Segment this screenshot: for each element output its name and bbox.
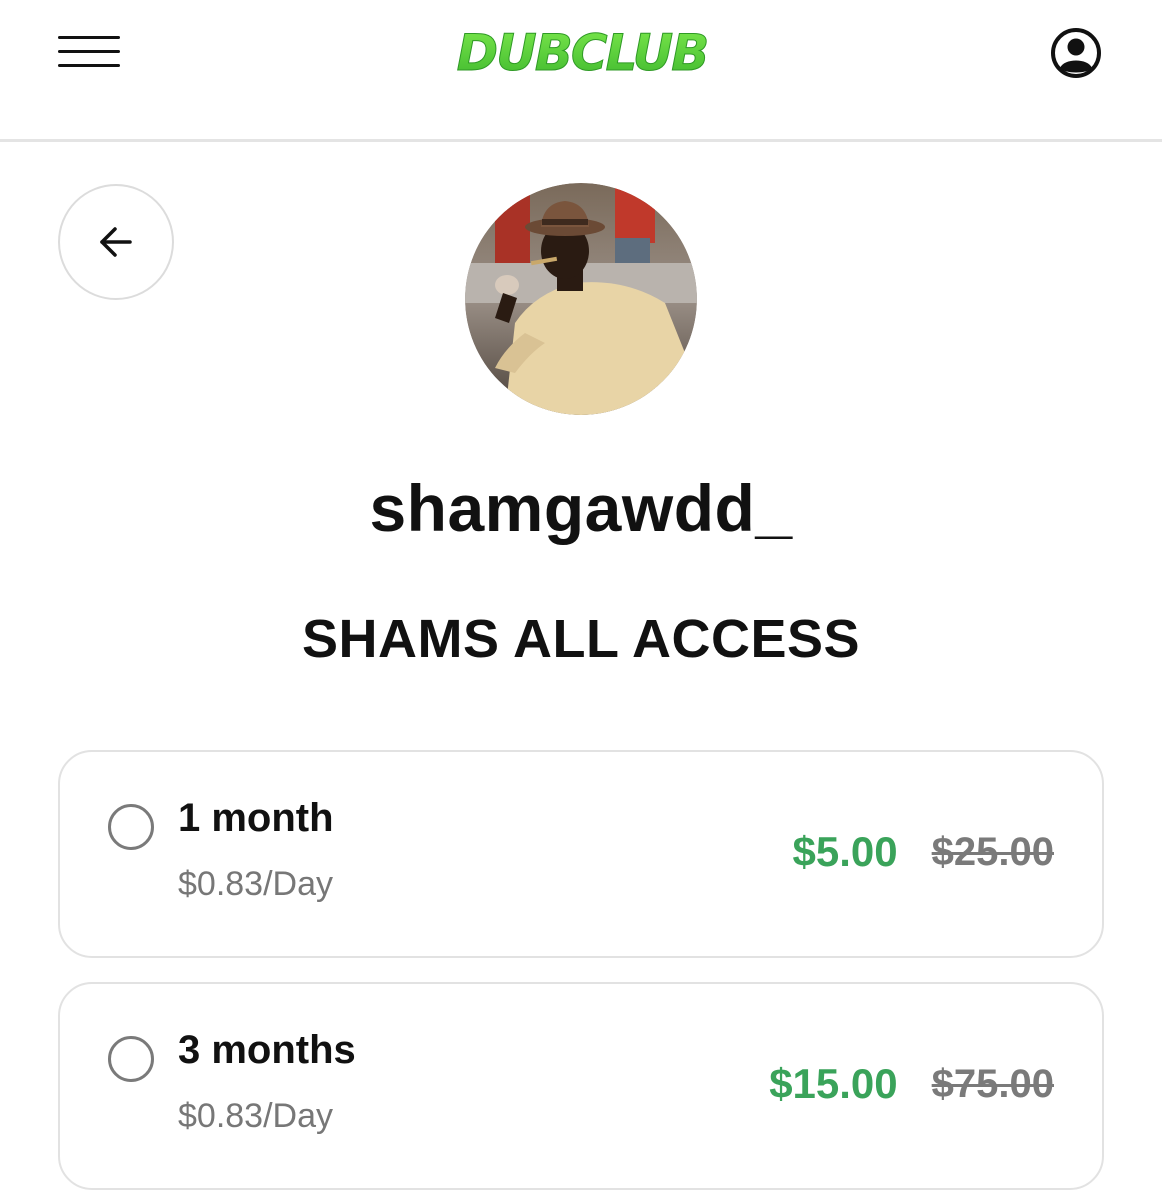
option-per-day-price: $0.83/Day [178,1097,333,1135]
logo-text: DUBCLUB [457,24,708,82]
option-duration: 3 months [178,1028,356,1072]
price-row: $15.00 $75.00 [769,1060,1054,1108]
option-price: $15.00 [769,1060,898,1107]
avatar [465,183,697,415]
menu-line [58,50,120,53]
arrow-left-icon [100,227,132,257]
price-row: $5.00 $25.00 [793,828,1054,876]
option-original-price: $25.00 [931,829,1054,874]
option-per-day-price: $0.83/Day [178,865,333,903]
hamburger-menu-icon[interactable] [58,34,122,70]
option-original-price: $75.00 [931,1061,1054,1106]
plan-title: SHAMS ALL ACCESS [301,609,861,669]
option-duration: 1 month [178,796,334,840]
menu-line [58,64,120,67]
subscription-option-1-month[interactable]: 1 month $0.83/Day $5.00 $25.00 [58,750,1104,958]
radio-button[interactable] [108,804,154,850]
subscription-option-3-months[interactable]: 3 months $0.83/Day $15.00 $75.00 [58,982,1104,1190]
option-price: $5.00 [792,828,898,875]
top-nav-bar: DUBCLUB [0,0,1162,142]
user-circle-icon[interactable] [1049,26,1103,80]
back-button[interactable] [58,184,174,300]
radio-button[interactable] [108,1036,154,1082]
menu-line [58,36,120,39]
username: shamgawdd_ [369,471,793,545]
dubclub-logo[interactable]: DUBCLUB [440,22,724,83]
